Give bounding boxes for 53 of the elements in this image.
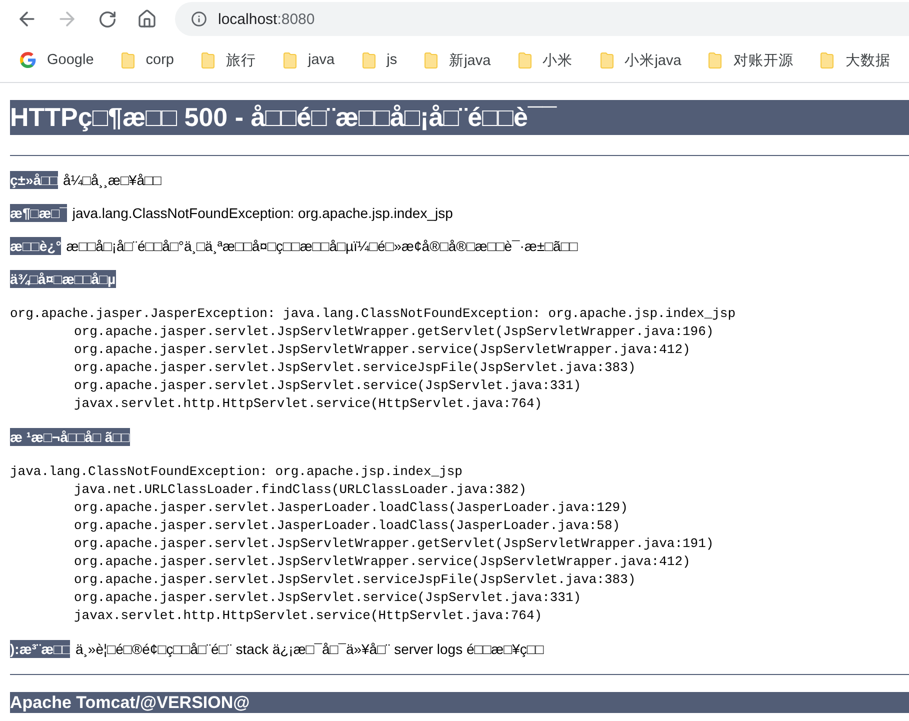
folder-icon — [518, 52, 532, 68]
section-label: ä¾□å¤□æ□□å□µ — [10, 270, 116, 288]
field-value: å¼□å¸¸æ□¥å□□ — [62, 172, 162, 188]
trace-frame-line: org.apache.jasper.servlet.JspServletWrapper.getServlet(JspServletWrapper.java:196) — [73, 323, 714, 341]
bookmark-link[interactable]: 小米java — [600, 46, 690, 74]
trace-frame-line: java.net.URLClassLoader.findClass(URLClassLoader.java:382) — [73, 481, 526, 499]
trace-frame-line: javax.servlet.http.HttpServlet.service(HttpServlet.java:764) — [73, 607, 542, 625]
trace-frame-line: org.apache.jasper.servlet.JspServletWrapper.service(JspServletWrapper.java:412) — [73, 553, 690, 571]
folder-icon — [600, 52, 614, 68]
trace-exception-line: org.apache.jasper.JasperException: java.lang.ClassNotFoundException: org.apache.jsp.index_jsp — [10, 305, 736, 323]
bookmark-link[interactable]: 新java — [424, 46, 500, 74]
note-label: ):æ³¨æ□□ — [10, 640, 70, 658]
reload-icon — [98, 10, 116, 28]
field-label: ç±»å□□ — [10, 171, 58, 189]
bookmark-link[interactable]: 小米 — [518, 46, 582, 74]
trace-frame-line: org.apache.jasper.servlet.JasperLoader.loadClass(JasperLoader.java:129) — [73, 499, 628, 517]
folder-icon — [282, 52, 297, 68]
bookmark-link[interactable]: js — [362, 48, 406, 72]
trace-frame-line: org.apache.jasper.servlet.JspServlet.serviceJspFile(JspServlet.java:383) — [73, 359, 636, 377]
bookmark-link[interactable]: Google — [20, 48, 103, 72]
bookmark-link[interactable]: 对账开源 — [708, 46, 802, 74]
info-icon — [191, 11, 207, 27]
folder-icon — [820, 52, 834, 68]
bookmark-link[interactable]: 旅行 — [200, 46, 265, 74]
error-heading: HTTPç□¶æ□□ 500 - å□□é□¨æ□□å□¡å□¨é□□è¯¯ — [10, 100, 909, 135]
bookmark-link[interactable]: 大数据 — [820, 46, 900, 74]
field-label: æ¶□æ□¯ — [10, 204, 68, 222]
trace-frame-line: javax.servlet.http.HttpServlet.service(HttpServlet.java:764) — [73, 395, 542, 413]
url-port: :8080 — [277, 10, 315, 28]
folder-icon — [120, 52, 135, 68]
trace-frame-line: org.apache.jasper.servlet.JspServlet.service(JspServlet.java:331) — [73, 589, 582, 607]
url-host: localhost — [218, 10, 278, 28]
field-label: æ□□è¿° — [10, 237, 62, 255]
folder-icon — [424, 52, 438, 68]
trace-frame-line: org.apache.jasper.servlet.JspServletWrapper.service(JspServletWrapper.java:412) — [73, 341, 690, 359]
trace-frame-line: org.apache.jasper.servlet.JspServlet.service(JspServlet.java:331) — [73, 377, 582, 395]
folder-icon — [200, 52, 215, 68]
bookmark-link[interactable]: corp — [120, 48, 183, 72]
server-footer: Apache Tomcat/@VERSION@ — [10, 692, 909, 713]
folder-icon — [362, 52, 376, 68]
address-bar[interactable]: localhost:8080 — [175, 2, 909, 36]
section-label: æ ¹æ□¬å□□å□ ã□□ — [10, 428, 130, 446]
trace-frame-line: org.apache.jasper.servlet.JasperLoader.loadClass(JasperLoader.java:58) — [73, 517, 620, 535]
field-value: æ□□å□¡å□¨é□□å□°ä¸□ä¸ªæ□□å¤□ç□□æ□□å□µï¼□é□»æ¢å®□å®□æ□□è¯·æ±□ã□□ — [66, 238, 578, 254]
folder-icon — [708, 52, 722, 68]
home-icon — [137, 9, 157, 29]
bookmark-link[interactable]: java — [282, 48, 344, 72]
trace-frame-line: org.apache.jasper.servlet.JspServletWrapper.getServlet(JspServletWrapper.java:191) — [73, 535, 714, 553]
note-text: ä¸»è¦□é□®é¢□ç□□å□¨é□¨ stack ä¿¡æ□¯å□¯ä»¥å□¨ server logs é□□æ□¥ç□□ — [75, 641, 544, 657]
google-g-icon — [20, 52, 36, 68]
trace-frame-line: org.apache.jasper.servlet.JspServlet.serviceJspFile(JspServlet.java:383) — [73, 571, 636, 589]
field-value: java.lang.ClassNotFoundException: org.apache.jsp.index_jsp — [72, 205, 453, 221]
trace-exception-line: java.lang.ClassNotFoundException: org.apache.jsp.index_jsp — [10, 463, 462, 481]
